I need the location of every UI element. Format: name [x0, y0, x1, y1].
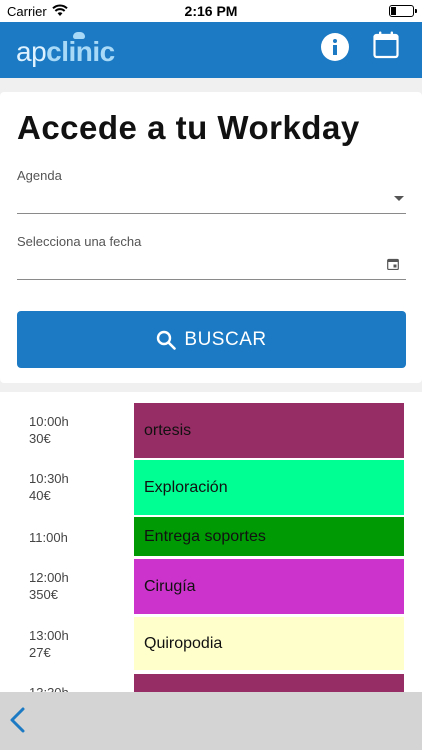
- slot-price: 350€: [29, 587, 58, 602]
- agenda-underline: [17, 213, 406, 214]
- calendar-icon[interactable]: [373, 31, 399, 59]
- agenda-label: Agenda: [17, 168, 62, 183]
- slot-service[interactable]: Cirugía: [134, 559, 404, 614]
- slot-time: 10:30h: [29, 471, 69, 486]
- calendar-icon[interactable]: [387, 258, 399, 270]
- slot-service[interactable]: Exploración: [134, 460, 404, 515]
- clock: 2:16 PM: [184, 3, 238, 19]
- slot-time: 10:00h: [29, 414, 69, 429]
- search-icon: [157, 330, 177, 350]
- status-bar: Carrier 2:16 PM: [0, 0, 422, 22]
- slot-service[interactable]: Entrega soportes: [134, 517, 404, 556]
- info-icon[interactable]: [321, 33, 349, 61]
- date-label: Selecciona una fecha: [17, 234, 142, 249]
- date-underline: [17, 279, 406, 280]
- slot-price: 40€: [29, 488, 51, 503]
- search-button[interactable]: BUSCAR: [17, 311, 406, 368]
- slot-time: 13:30h: [29, 684, 69, 692]
- workday-form: Accede a tu Workday Agenda Selecciona un…: [0, 92, 422, 383]
- agenda-select[interactable]: [17, 186, 406, 214]
- bottom-toolbar: [0, 692, 422, 750]
- slot-time: 11:00h: [29, 530, 68, 545]
- slot-price: 30€: [29, 431, 51, 446]
- search-button-label: BUSCAR: [184, 328, 267, 350]
- chevron-left-icon[interactable]: [6, 706, 30, 734]
- slot-price: 27€: [29, 645, 51, 660]
- slot-time: 13:00h: [29, 628, 69, 643]
- slot-time: 12:00h: [29, 570, 69, 585]
- date-input[interactable]: [17, 252, 406, 280]
- battery-icon: [389, 5, 417, 17]
- page-title: Accede a tu Workday: [17, 109, 360, 146]
- slot-service[interactable]: Quiropodia: [134, 617, 404, 670]
- slot-service[interactable]: [134, 674, 404, 692]
- schedule-list: 10:00h 30€ ortesis 10:30h 40€ Exploració…: [0, 392, 422, 692]
- app-bar: apclinic: [0, 22, 422, 78]
- apclinic-logo: apclinic: [16, 32, 115, 68]
- chevron-down-icon[interactable]: [394, 196, 404, 201]
- slot-service[interactable]: ortesis: [134, 403, 404, 458]
